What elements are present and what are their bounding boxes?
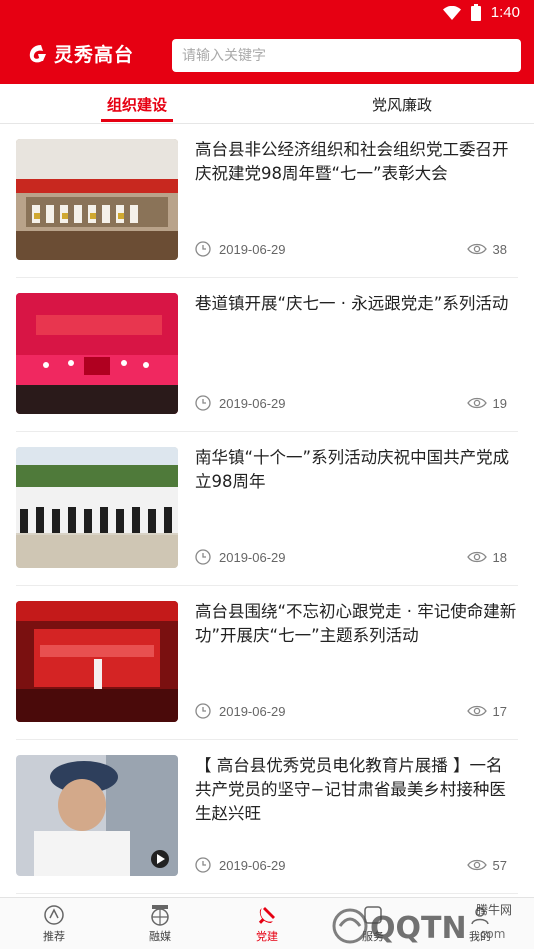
article-title: 【 高台县优秀党员电化教育片展播 】一名共产党员的坚守−记甘肃省最美乡村接种医生… [195, 756, 506, 823]
article-date: 2019-06-29 [219, 395, 286, 411]
article-title: 南华镇“十个一”系列活动庆祝中国共产党成立98周年 [195, 448, 510, 491]
wifi-icon [442, 5, 461, 20]
article-thumbnail [16, 755, 178, 876]
article-meta: 2019-06-29 17 [195, 702, 517, 720]
article-item[interactable]: 巷道镇开展“庆七一 · 永远跟党走”系列活动 2019-06-29 19 [16, 278, 518, 432]
view-count-value: 19 [492, 395, 507, 411]
view-count-value: 17 [492, 703, 507, 719]
status-bar: 1:40 [0, 0, 534, 28]
clock-icon [195, 241, 211, 257]
article-item[interactable]: 【 高台县优秀党员电化教育片展播 】一名共产党员的坚守−记甘肃省最美乡村接种医生… [16, 740, 518, 894]
eye-icon [466, 551, 487, 563]
watermark-text: QQTN [370, 911, 467, 946]
article-item[interactable]: 南华镇“十个一”系列活动庆祝中国共产党成立98周年 2019-06-29 18 [16, 432, 518, 586]
eye-icon [466, 243, 487, 255]
status-time: 1:40 [490, 4, 520, 21]
view-count: 18 [466, 549, 507, 565]
nav-party-building[interactable]: 党建 [227, 904, 307, 944]
clock-icon [195, 549, 211, 565]
search-input[interactable] [172, 39, 521, 72]
qqtn-watermark: QQTN .com 腾牛网 [332, 902, 512, 946]
logo-icon [29, 44, 46, 62]
news-globe-icon [151, 905, 169, 926]
watermark-domain: .com [476, 927, 505, 941]
nav-label: 党建 [256, 930, 278, 943]
category-tabs: 组织建设 党风廉政 [0, 84, 534, 124]
app-title: 灵秀高台 [54, 44, 135, 66]
article-meta: 2019-06-29 57 [195, 856, 517, 874]
view-count-value: 38 [492, 241, 507, 257]
article-item[interactable]: 高台县围绕“不忘初心跟党走 · 牢记使命建新功”开展庆“七一”主题系列活动 20… [16, 586, 518, 740]
article-title: 巷道镇开展“庆七一 · 永远跟党走”系列活动 [195, 294, 509, 313]
article-meta: 2019-06-29 19 [195, 394, 517, 412]
watermark-brand: 腾牛网 [476, 902, 512, 917]
article-meta: 2019-06-29 18 [195, 548, 517, 566]
article-date: 2019-06-29 [219, 241, 286, 257]
nav-label: 融媒 [149, 930, 171, 943]
nav-label: 推荐 [43, 930, 65, 943]
article-thumbnail [16, 601, 178, 722]
article-title: 高台县非公经济组织和社会组织党工委召开庆祝建党98周年暨“七一”表彰大会 [195, 140, 509, 183]
battery-icon [470, 4, 481, 21]
app-header: 灵秀高台 [0, 28, 534, 84]
eye-icon [466, 859, 487, 871]
article-date: 2019-06-29 [219, 857, 286, 873]
nav-media[interactable]: 融媒 [120, 904, 200, 944]
hammer-sickle-icon [258, 907, 275, 924]
clock-icon [195, 703, 211, 719]
view-count: 17 [466, 703, 507, 719]
recommend-icon [44, 905, 64, 925]
article-meta: 2019-06-29 38 [195, 240, 517, 258]
view-count-value: 18 [492, 549, 507, 565]
view-count: 19 [466, 395, 507, 411]
article-thumbnail [16, 139, 178, 260]
view-count: 57 [466, 857, 507, 873]
eye-icon [466, 397, 487, 409]
tab-party-discipline[interactable]: 党风廉政 [370, 84, 434, 124]
article-title: 高台县围绕“不忘初心跟党走 · 牢记使命建新功”开展庆“七一”主题系列活动 [195, 602, 517, 645]
nav-recommend[interactable]: 推荐 [14, 904, 94, 944]
article-item[interactable]: 高台县非公经济组织和社会组织党工委召开庆祝建党98周年暨“七一”表彰大会 201… [16, 124, 518, 278]
article-thumbnail [16, 293, 178, 414]
clock-icon [195, 857, 211, 873]
view-count: 38 [466, 241, 507, 257]
status-icons: 1:40 [442, 4, 520, 21]
app-logo[interactable]: 灵秀高台 [26, 40, 134, 67]
eye-icon [466, 705, 487, 717]
view-count-value: 57 [492, 857, 507, 873]
article-thumbnail [16, 447, 178, 568]
article-date: 2019-06-29 [219, 549, 286, 565]
article-date: 2019-06-29 [219, 703, 286, 719]
clock-icon [195, 395, 211, 411]
tab-organization[interactable]: 组织建设 [101, 84, 173, 124]
